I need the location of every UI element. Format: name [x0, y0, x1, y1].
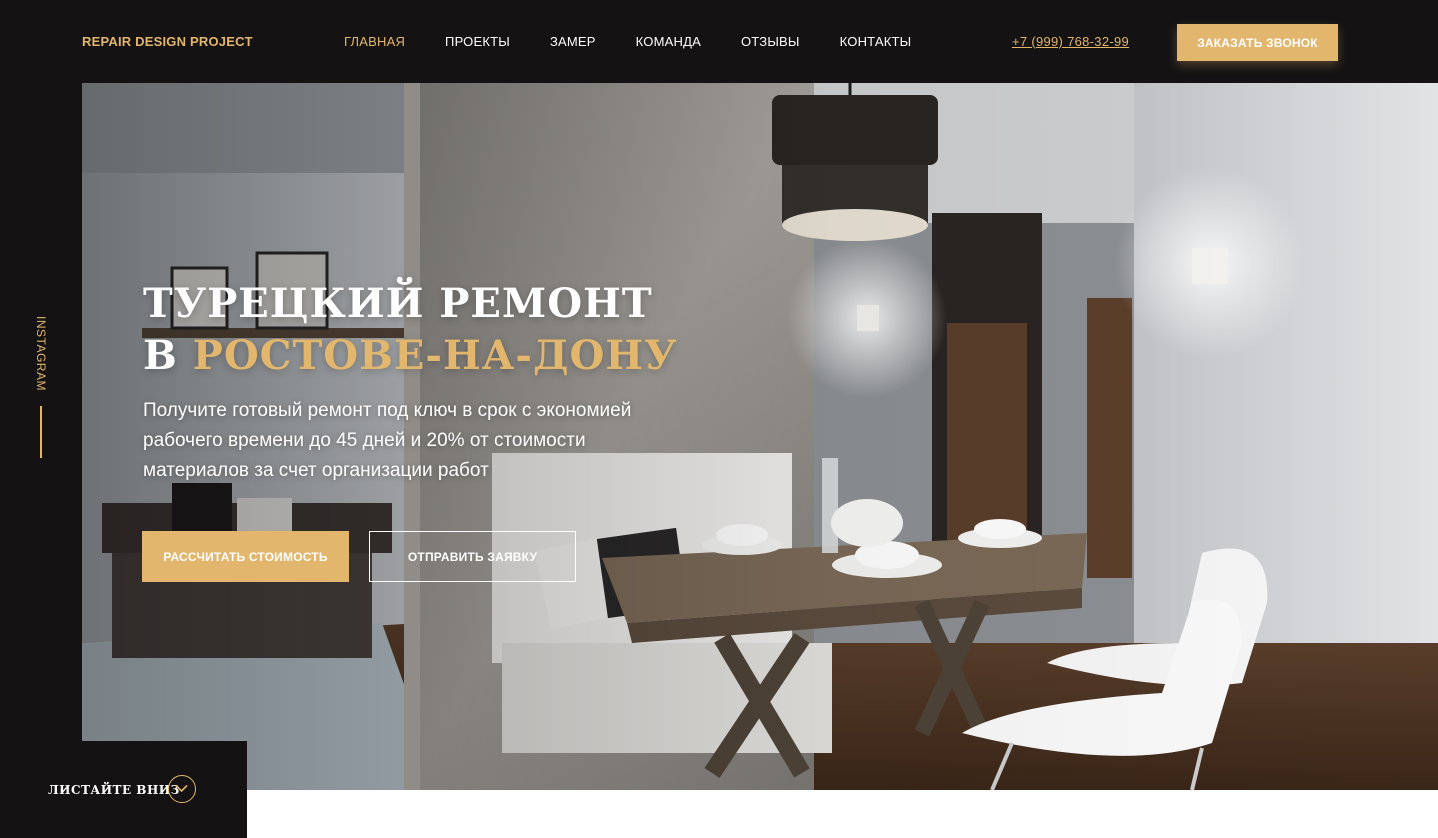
hero-subtitle: Получите готовый ремонт под ключ в срок … — [143, 400, 632, 481]
instagram-link[interactable]: INSTAGRAM — [34, 316, 48, 391]
send-request-button[interactable]: ОТПРАВИТЬ ЗАЯВКУ — [369, 531, 576, 582]
instagram-label: INSTAGRAM — [34, 316, 48, 391]
calculate-cost-button[interactable]: РАССЧИТАТЬ СТОИМОСТЬ — [142, 531, 349, 582]
hero-title-city: РОСТОВЕ-НА-ДОНУ — [192, 332, 678, 379]
nav-item-projects[interactable]: ПРОЕКТЫ — [445, 34, 510, 49]
nav-item-team[interactable]: КОМАНДА — [636, 34, 701, 49]
nav-item-contacts[interactable]: КОНТАКТЫ — [840, 34, 912, 49]
main-nav: ГЛАВНАЯ ПРОЕКТЫ ЗАМЕР КОМАНДА ОТЗЫВЫ КОН… — [344, 34, 951, 49]
nav-item-home[interactable]: ГЛАВНАЯ — [344, 34, 405, 49]
instagram-divider — [40, 406, 42, 458]
scroll-down-label[interactable]: ЛИСТАЙТЕ ВНИЗ — [48, 783, 180, 797]
order-call-button[interactable]: ЗАКАЗАТЬ ЗВОНОК — [1177, 24, 1338, 61]
next-section-strip — [247, 790, 1438, 838]
nav-item-reviews[interactable]: ОТЗЫВЫ — [741, 34, 800, 49]
hero-title: ТУРЕЦКИЙ РЕМОНТ В РОСТОВЕ-НА-ДОНУ — [143, 278, 678, 382]
nav-item-measure[interactable]: ЗАМЕР — [550, 34, 596, 49]
hero-title-line-1: ТУРЕЦКИЙ РЕМОНТ — [143, 280, 653, 327]
phone-link[interactable]: +7 (999) 768-32-99 — [1012, 34, 1129, 49]
chevron-down-icon — [175, 784, 188, 793]
site-logo[interactable]: REPAIR DESIGN PROJECT — [82, 34, 253, 49]
hero-title-line-2-prefix: В — [143, 332, 193, 379]
scroll-down-button[interactable] — [168, 775, 196, 803]
